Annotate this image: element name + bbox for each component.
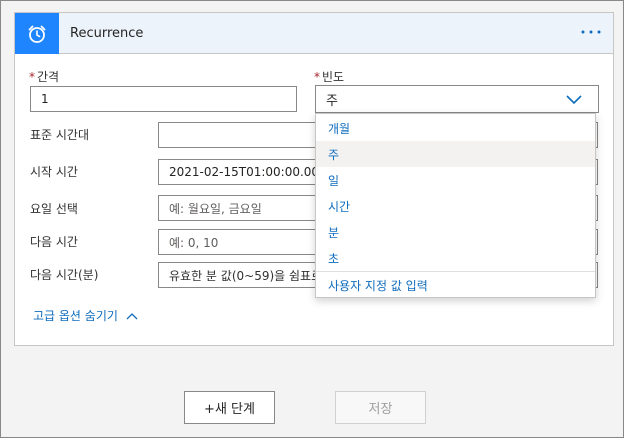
frequency-select[interactable]: 주 <box>315 85 599 113</box>
option-hour[interactable]: 시간 <box>316 193 595 219</box>
interval-label: * 간격 <box>29 68 59 85</box>
start-time-label: 시작 시간 <box>30 165 78 179</box>
new-step-button[interactable]: +새 단계 <box>184 391 275 424</box>
weekdays-label: 요일 선택 <box>30 202 78 216</box>
save-button[interactable]: 저장 <box>335 391 426 424</box>
more-options-button[interactable] <box>579 21 603 43</box>
option-month[interactable]: 개월 <box>316 115 595 141</box>
required-mark: * <box>314 70 320 84</box>
interval-input[interactable]: 1 <box>30 86 297 112</box>
chevron-down-icon <box>566 95 582 105</box>
option-second[interactable]: 초 <box>316 245 595 271</box>
card-header[interactable]: Recurrence <box>15 13 613 54</box>
option-custom-value[interactable]: 사용자 지정 값 입력 <box>316 272 595 298</box>
advanced-toggle-label: 고급 옵션 숨기기 <box>33 309 118 323</box>
frequency-label-text: 빈도 <box>322 70 345 84</box>
minutes-label: 다음 시간(분) <box>30 268 99 282</box>
more-horizontal-icon <box>581 30 601 34</box>
frequency-dropdown: 개월 주 일 시간 분 초 사용자 지정 값 입력 <box>315 113 596 298</box>
timezone-label: 표준 시간대 <box>30 128 90 142</box>
option-day[interactable]: 일 <box>316 167 595 193</box>
interval-label-text: 간격 <box>37 70 60 84</box>
required-mark: * <box>29 70 35 84</box>
chevron-up-icon <box>126 312 138 319</box>
option-week[interactable]: 주 <box>316 141 595 167</box>
hide-advanced-options-link[interactable]: 고급 옵션 숨기기 <box>33 307 138 324</box>
alarm-clock-icon <box>15 13 59 54</box>
hours-label: 다음 시간 <box>30 235 78 249</box>
frequency-value: 주 <box>326 93 338 109</box>
option-minute[interactable]: 분 <box>316 219 595 245</box>
card-title: Recurrence <box>70 26 144 41</box>
frequency-label: * 빈도 <box>314 68 344 85</box>
